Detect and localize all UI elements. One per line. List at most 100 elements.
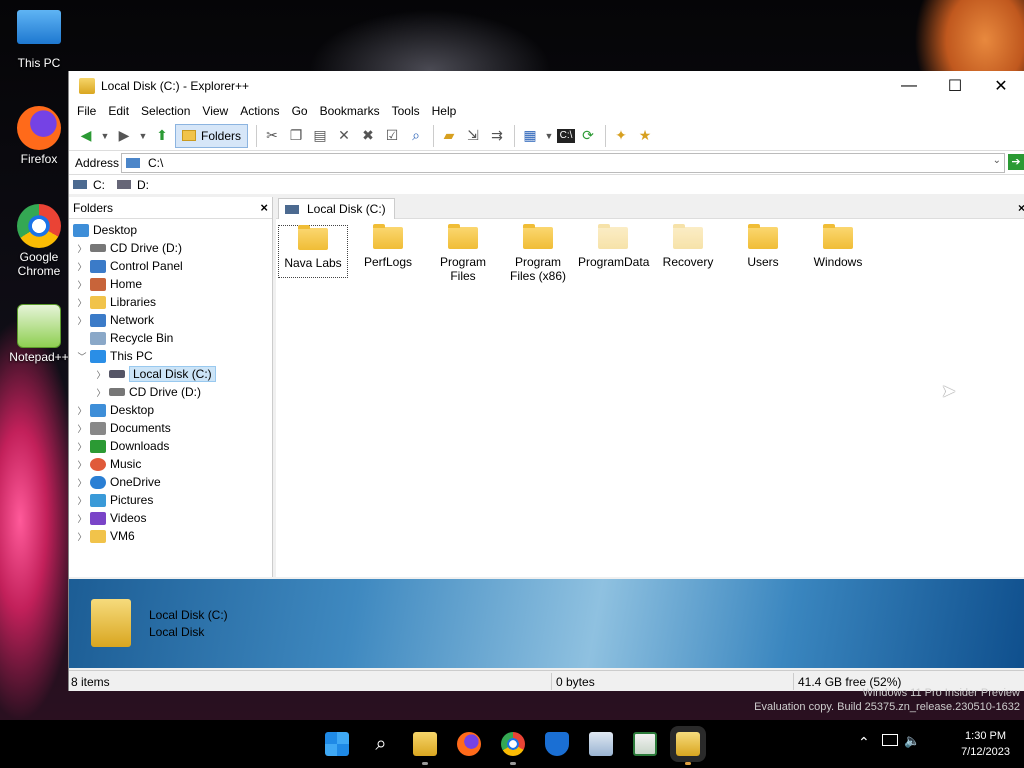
search-icon[interactable]: ⌕ <box>405 125 427 147</box>
views-dropdown-icon[interactable]: ▼ <box>543 125 555 147</box>
tree-item-desktop[interactable]: Desktop <box>73 221 137 239</box>
tree-item-downloads[interactable]: 〉 Downloads <box>77 437 169 455</box>
task-manager-icon[interactable] <box>633 732 657 756</box>
file-item-perflogs[interactable]: PerfLogs <box>353 224 423 269</box>
chevron-right-icon[interactable]: 〉 <box>77 296 87 309</box>
tree-item-control-panel[interactable]: 〉 Control Panel <box>77 257 182 275</box>
chevron-right-icon[interactable]: 〉 <box>77 458 87 471</box>
close-tab-icon[interactable]: × <box>1018 201 1024 215</box>
chevron-right-icon[interactable]: 〉 <box>77 494 87 507</box>
minimize-button[interactable]: — <box>886 71 932 101</box>
tree-item-onedrive[interactable]: 〉 OneDrive <box>77 473 160 491</box>
tree-item-vm6[interactable]: 〉 VM6 <box>77 527 134 545</box>
chevron-right-icon[interactable]: 〉 <box>77 242 87 255</box>
chevron-right-icon[interactable]: 〉 <box>77 530 87 543</box>
menu-file[interactable]: File <box>71 104 102 118</box>
copy-to-folder-icon[interactable]: ⇲ <box>462 125 484 147</box>
properties-icon[interactable]: ☑ <box>381 125 403 147</box>
windows-start-icon[interactable] <box>325 732 349 756</box>
file-item-nava-labs[interactable]: Nava Labs <box>278 225 348 278</box>
chevron-right-icon[interactable]: 〉 <box>96 386 106 399</box>
close-button[interactable]: ✕ <box>978 71 1024 101</box>
tree-item-pictures[interactable]: 〉 Pictures <box>77 491 153 509</box>
performance-monitor-icon[interactable] <box>589 732 613 756</box>
delete-permanently-icon[interactable]: ✖ <box>357 125 379 147</box>
bookmarks-icon[interactable]: ★ <box>634 125 656 147</box>
tree-item-documents[interactable]: 〉 Documents <box>77 419 170 437</box>
tree-item-home[interactable]: 〉 Home <box>77 275 142 293</box>
clock[interactable]: 1:30 PM 7/12/2023 <box>961 728 1010 760</box>
tree-item-videos[interactable]: 〉 Videos <box>77 509 146 527</box>
firefox-icon[interactable] <box>457 732 481 756</box>
copy-icon[interactable]: ❐ <box>285 125 307 147</box>
up-folder-icon[interactable]: ⬆ <box>151 125 173 147</box>
chevron-right-icon[interactable]: 〉 <box>77 476 87 489</box>
chevron-right-icon[interactable]: 〉 <box>77 422 87 435</box>
chevron-right-icon[interactable]: 〉 <box>77 314 87 327</box>
tree-item-libraries[interactable]: 〉 Libraries <box>77 293 156 311</box>
defender-shield-icon[interactable] <box>545 732 569 756</box>
chevron-right-icon[interactable]: 〉 <box>96 368 106 381</box>
menu-go[interactable]: Go <box>286 104 314 118</box>
go-button[interactable]: ➔ <box>1008 154 1024 170</box>
chevron-down-icon[interactable]: ﹀ <box>77 350 87 363</box>
menu-help[interactable]: Help <box>426 104 463 118</box>
command-prompt-icon[interactable]: C:\ <box>557 128 576 143</box>
desktop-icon-firefox[interactable]: Firefox <box>6 106 72 166</box>
add-bookmark-icon[interactable]: ✦ <box>610 125 632 147</box>
desktop-icon-this-pc[interactable]: This PC <box>6 10 72 70</box>
paste-icon[interactable]: ▤ <box>309 125 331 147</box>
file-item-windows[interactable]: Windows <box>803 224 873 269</box>
volume-icon[interactable]: 🔈 <box>904 733 920 749</box>
maximize-button[interactable]: ☐ <box>932 71 978 101</box>
menu-view[interactable]: View <box>196 104 234 118</box>
tree-item-music[interactable]: 〉 Music <box>77 455 141 473</box>
menu-bookmarks[interactable]: Bookmarks <box>314 104 386 118</box>
folders-button[interactable]: Folders <box>175 123 249 148</box>
tree-item-network[interactable]: 〉 Network <box>77 311 154 329</box>
forward-icon[interactable]: ▶ <box>113 125 135 147</box>
menu-edit[interactable]: Edit <box>102 104 135 118</box>
cut-icon[interactable]: ✂ <box>261 125 283 147</box>
chevron-up-icon[interactable]: ⌃ <box>858 734 870 751</box>
desktop-icon-chrome[interactable]: Google Chrome <box>6 204 72 278</box>
chevron-right-icon[interactable]: 〉 <box>77 404 87 417</box>
desktop-icon-notepad[interactable]: Notepad++ <box>6 304 72 364</box>
chevron-right-icon[interactable]: 〉 <box>77 278 87 291</box>
drive-button-d[interactable]: D: <box>117 178 149 192</box>
tree-item-this-pc[interactable]: ﹀ This PC <box>77 347 152 365</box>
chevron-right-icon[interactable]: 〉 <box>77 260 87 273</box>
tree-item-desktop-pc[interactable]: 〉 Desktop <box>77 401 154 419</box>
menu-actions[interactable]: Actions <box>234 104 285 118</box>
refresh-icon[interactable]: ⟳ <box>577 125 599 147</box>
file-item-program-files[interactable]: Program Files <box>428 224 498 283</box>
search-icon[interactable]: ⌕ <box>369 732 393 756</box>
address-input[interactable]: C:\ ⌄ <box>121 153 1005 173</box>
title-bar[interactable]: Local Disk (C:) - Explorer++ — ☐ ✕ <box>69 71 1024 101</box>
file-explorer-icon[interactable] <box>413 732 437 756</box>
menu-tools[interactable]: Tools <box>386 104 426 118</box>
back-dropdown-icon[interactable]: ▼ <box>99 125 111 147</box>
file-item-users[interactable]: Users <box>728 224 798 269</box>
chevron-down-icon[interactable]: ⌄ <box>993 155 1001 166</box>
new-folder-icon[interactable]: ▰ <box>438 125 460 147</box>
chrome-icon[interactable] <box>501 732 525 756</box>
file-item-program-files-x86[interactable]: Program Files (x86) <box>503 224 573 283</box>
menu-selection[interactable]: Selection <box>135 104 196 118</box>
network-icon[interactable] <box>882 734 898 746</box>
tree-item-cd-drive-d[interactable]: 〉 CD Drive (D:) <box>96 383 201 401</box>
chevron-right-icon[interactable]: 〉 <box>77 512 87 525</box>
move-to-folder-icon[interactable]: ⇉ <box>486 125 508 147</box>
close-pane-icon[interactable]: × <box>260 200 268 215</box>
explorer-plus-plus-icon[interactable] <box>676 732 700 756</box>
tree-item-local-disk-c[interactable]: 〉 Local Disk (C:) <box>96 365 216 383</box>
tree-item-cd-drive[interactable]: 〉 CD Drive (D:) <box>77 239 182 257</box>
file-item-recovery[interactable]: Recovery <box>653 224 723 269</box>
chevron-right-icon[interactable]: 〉 <box>77 440 87 453</box>
tab-local-disk-c[interactable]: Local Disk (C:) <box>278 198 395 219</box>
file-item-programdata[interactable]: ProgramData <box>578 224 649 269</box>
back-icon[interactable]: ◀ <box>75 125 97 147</box>
drive-button-c[interactable]: C: <box>73 178 105 192</box>
forward-dropdown-icon[interactable]: ▼ <box>137 125 149 147</box>
delete-icon[interactable]: ✕ <box>333 125 355 147</box>
